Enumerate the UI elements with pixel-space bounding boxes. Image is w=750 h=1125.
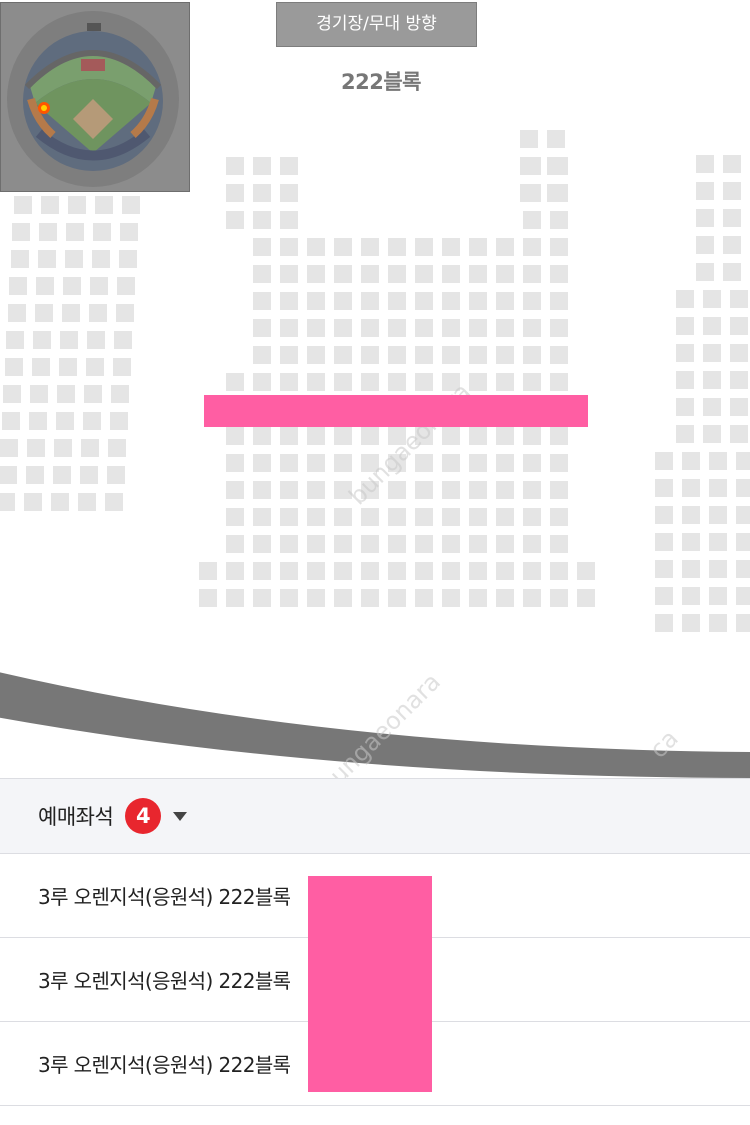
caret-down-icon[interactable]: [173, 811, 188, 821]
block-title: 222블록: [341, 70, 421, 94]
redaction-bar: [308, 876, 432, 1092]
redaction-bar: [204, 395, 588, 427]
reserved-seat-label: 3루 오렌지석(응원석) 222블록: [38, 1053, 291, 1077]
stage-direction-label: 경기장/무대 방향: [276, 2, 477, 47]
reserved-seat-label: 3루 오렌지석(응원석) 222블록: [38, 969, 291, 993]
seat-map: bungaeonara bungaeonara ca 경기장/무대 방향 222…: [0, 0, 750, 778]
reserved-seats-title: 예매좌석: [38, 805, 114, 829]
reserved-seats-header[interactable]: 예매좌석 4: [0, 778, 750, 854]
reserved-seat-label: 3루 오렌지석(응원석) 222블록: [38, 885, 291, 909]
reserved-count-badge: 4: [125, 798, 162, 834]
stadium-minimap-icon[interactable]: [0, 2, 190, 192]
